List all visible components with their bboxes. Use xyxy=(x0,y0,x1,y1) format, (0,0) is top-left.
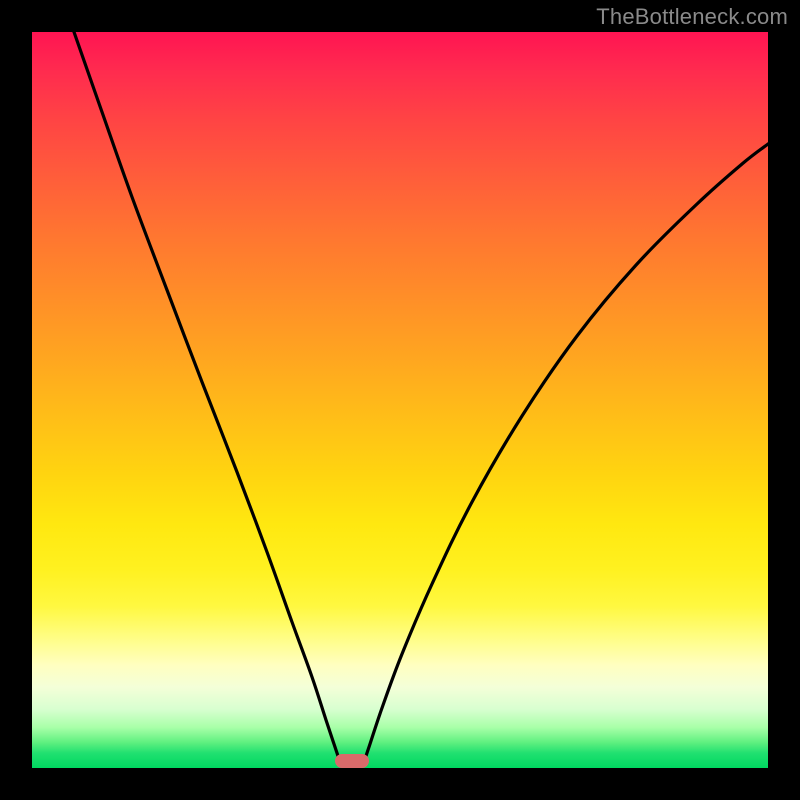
optimal-marker xyxy=(335,754,369,768)
heat-gradient xyxy=(32,32,768,768)
plot-area xyxy=(32,32,768,768)
watermark-text: TheBottleneck.com xyxy=(596,4,788,30)
